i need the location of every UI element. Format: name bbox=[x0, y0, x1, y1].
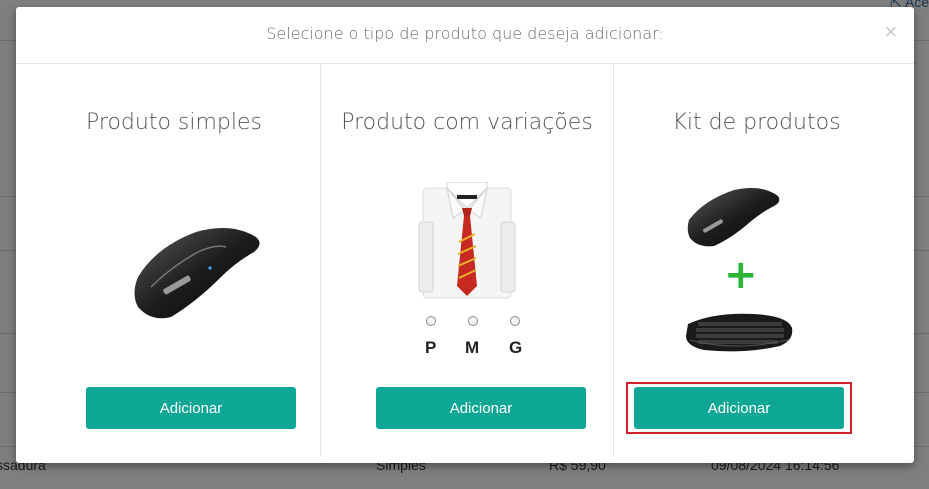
option-title: Kit de produtos bbox=[672, 110, 841, 135]
size-label-p: P bbox=[425, 338, 437, 357]
add-variations-product-button[interactable]: Adicionar bbox=[376, 387, 586, 429]
option-title: Produto simples bbox=[86, 110, 262, 135]
modal-title: Selecione o tipo de produto que deseja a… bbox=[266, 24, 664, 43]
size-radio-p[interactable] bbox=[426, 316, 436, 326]
mouse-icon bbox=[134, 228, 260, 319]
modal-header: Selecione o tipo de produto que deseja a… bbox=[16, 7, 914, 64]
option-title: Produto com variações bbox=[341, 110, 593, 135]
mouse-icon bbox=[687, 188, 780, 247]
size-radio-g[interactable] bbox=[510, 316, 520, 326]
add-simple-product-button[interactable]: Adicionar bbox=[86, 387, 296, 429]
keyboard-icon bbox=[686, 313, 793, 352]
size-label-g: G bbox=[509, 338, 523, 357]
size-radio-m[interactable] bbox=[468, 316, 478, 326]
highlight-frame bbox=[626, 382, 852, 434]
option-simple-product: Produto simples Adicionar bbox=[28, 64, 320, 457]
option-variations-product: Produto com variações P M G Adicionar bbox=[320, 64, 613, 457]
product-type-modal: Selecione o tipo de produto que deseja a… bbox=[16, 7, 914, 463]
size-label-m: M bbox=[465, 338, 480, 357]
plus-icon: + bbox=[724, 252, 758, 298]
close-icon[interactable]: × bbox=[884, 22, 898, 42]
option-kit-product: Kit de produtos + Adicionar bbox=[613, 64, 899, 457]
shirt-tie-icon bbox=[418, 182, 516, 299]
